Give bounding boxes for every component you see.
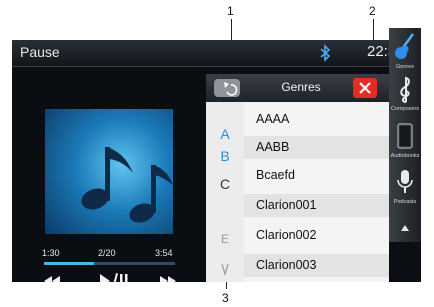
- back-button[interactable]: [214, 79, 240, 97]
- list-item[interactable]: Clarion002: [244, 224, 389, 247]
- transport-controls: [42, 271, 182, 282]
- elapsed-time: 1:30: [42, 248, 60, 258]
- scroll-up-icon[interactable]: [400, 224, 410, 232]
- progress-bar[interactable]: [44, 262, 175, 265]
- list-item[interactable]: Clarion003: [244, 254, 389, 277]
- track-position: 2/20: [98, 248, 116, 258]
- close-icon: [359, 82, 371, 94]
- callout-1: 1: [227, 4, 234, 18]
- progress-fill: [44, 262, 94, 265]
- alpha-index-letter[interactable]: B: [206, 148, 244, 164]
- alpha-index-letter[interactable]: C: [206, 176, 244, 192]
- sidebar-label: Genres: [395, 64, 415, 70]
- browser-header: Genres: [206, 74, 389, 102]
- music-note-icon: [81, 147, 173, 223]
- total-duration: 3:54: [155, 248, 173, 258]
- sidebar-label: Podcasts: [393, 199, 417, 205]
- guitar-icon: [395, 33, 415, 59]
- next-track-icon[interactable]: [158, 274, 178, 282]
- previous-track-icon[interactable]: [42, 274, 62, 282]
- sidebar-label: Audiobooks: [390, 153, 420, 159]
- list-item[interactable]: Clarion001: [244, 194, 389, 217]
- sidebar-item-genres[interactable]: Genres: [389, 32, 421, 72]
- time-row: 1:30 2/20 3:54: [42, 248, 177, 260]
- sidebar-label: Composers: [390, 106, 420, 112]
- scroll-down-icon[interactable]: [220, 262, 230, 276]
- treble-clef-icon: [400, 76, 410, 103]
- status-bar: Pause 22:30: [12, 40, 421, 67]
- alpha-index-letter[interactable]: E: [206, 232, 244, 246]
- sidebar-item-composers[interactable]: Composers: [389, 76, 421, 116]
- bluetooth-icon: [320, 44, 331, 62]
- close-button[interactable]: [353, 78, 377, 98]
- alphabet-index[interactable]: A B C E: [206, 102, 244, 282]
- alpha-index-letter[interactable]: A: [206, 126, 244, 142]
- genre-list: AAAA AABB Bcaefd Clarion001 Clarion002 C…: [244, 102, 389, 282]
- book-icon: [397, 123, 413, 149]
- callout-2: 2: [369, 4, 376, 18]
- list-item[interactable]: Bcaefd: [244, 164, 389, 187]
- album-art[interactable]: [45, 109, 173, 234]
- playback-status: Pause: [20, 44, 60, 60]
- genre-browser: Genres A B C E AAAA AABB Bcaefd Clarion0…: [206, 74, 389, 282]
- play-pause-icon[interactable]: [98, 272, 128, 282]
- podcast-icon: [397, 170, 413, 193]
- sidebar-item-podcasts[interactable]: Podcasts: [389, 168, 421, 208]
- list-item[interactable]: AAAA: [244, 108, 389, 131]
- callout-3: 3: [222, 291, 229, 305]
- sidebar-item-audiobooks[interactable]: Audiobooks: [389, 122, 421, 162]
- list-item[interactable]: AABB: [244, 136, 389, 159]
- category-sidebar: Genres Composers Audiobooks Podcasts: [389, 28, 421, 242]
- browser-title: Genres: [281, 80, 321, 94]
- now-playing-panel: 1:30 2/20 3:54: [12, 67, 212, 282]
- back-arrow-icon: [224, 82, 238, 96]
